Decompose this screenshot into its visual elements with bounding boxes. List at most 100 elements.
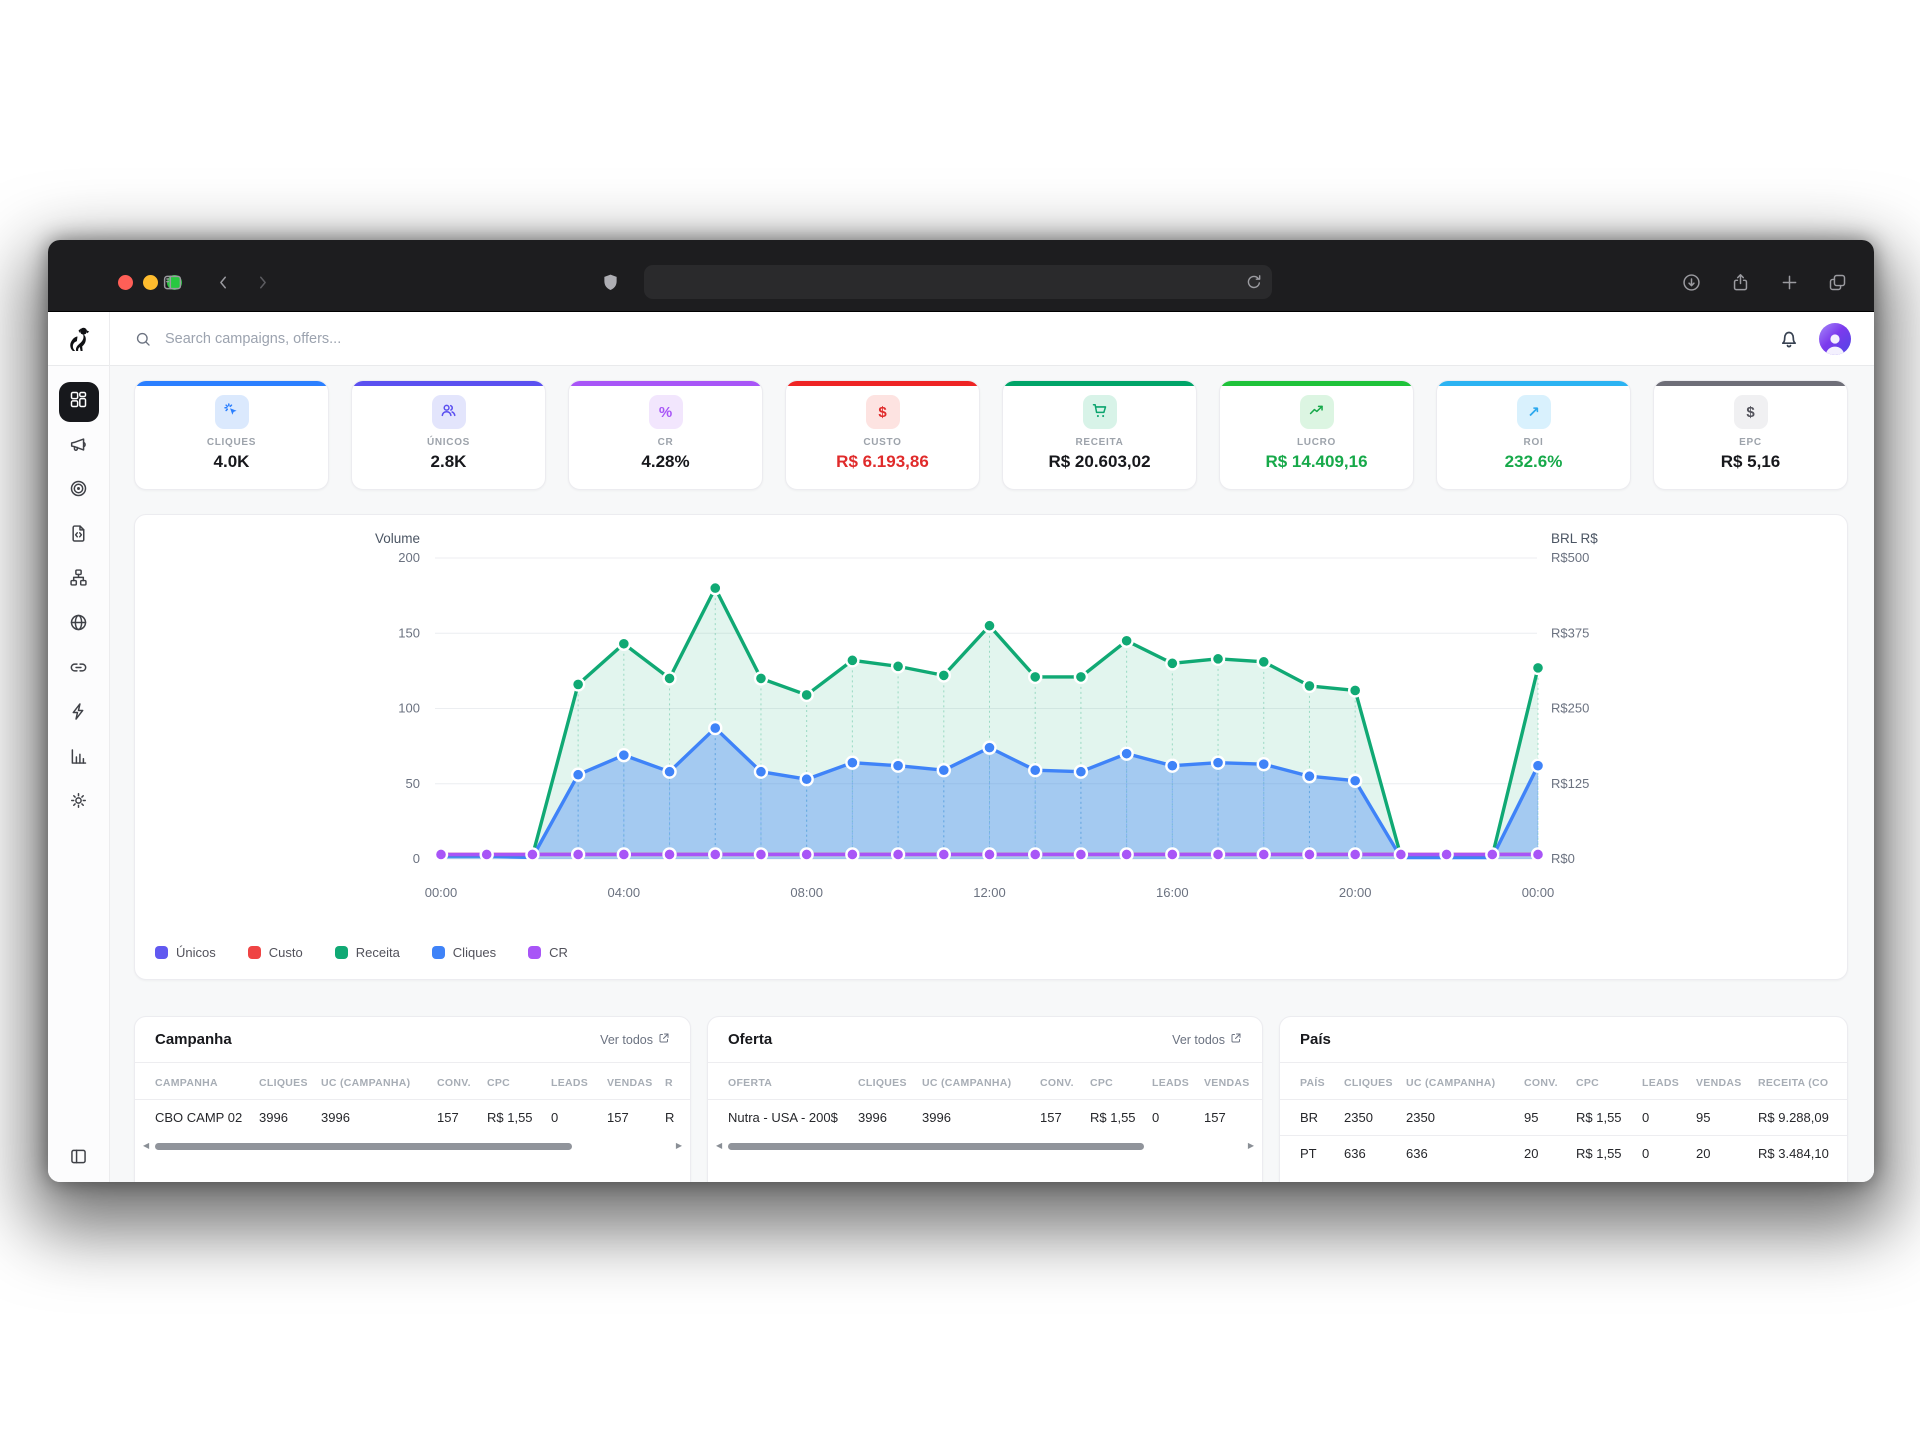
sidebar-item-bolt[interactable]: [59, 694, 99, 734]
svg-text:12:00: 12:00: [973, 885, 1006, 900]
kpi-card-epc[interactable]: $EPCR$ 5,16: [1653, 380, 1848, 490]
column-header: LEADS: [551, 1077, 607, 1089]
table-row[interactable]: CBO CAMP 0239963996157R$ 1,550157R: [135, 1099, 690, 1135]
chart-point: [709, 582, 721, 594]
kpi-card-receita[interactable]: RECEITAR$ 20.603,02: [1002, 380, 1197, 490]
table-cell: 157: [607, 1110, 665, 1125]
reload-icon[interactable]: [1244, 272, 1264, 292]
chart-point: [572, 769, 584, 781]
column-header: CLIQUES: [1344, 1077, 1406, 1089]
scroll-right-icon[interactable]: ▶: [676, 1142, 682, 1150]
scrollbar-track[interactable]: [728, 1143, 1242, 1150]
column-header: CPC: [1090, 1077, 1152, 1089]
legend-swatch: [155, 946, 168, 959]
sidebar-item-bar-chart[interactable]: [59, 739, 99, 779]
chart-point: [938, 764, 950, 776]
chart-point: [1532, 662, 1544, 674]
chart-point: [1441, 848, 1453, 860]
column-header: CAMPANHA: [155, 1077, 259, 1089]
chart-point: [801, 773, 813, 785]
legend-item-cr[interactable]: CR: [528, 945, 568, 960]
scrollbar-thumb[interactable]: [728, 1143, 1144, 1150]
sidebar-item-gear[interactable]: [59, 783, 99, 823]
url-bar[interactable]: [644, 265, 1272, 299]
chart-point: [1258, 758, 1270, 770]
close-window-button[interactable]: [118, 275, 133, 290]
download-icon[interactable]: [1681, 272, 1702, 293]
chart-point: [846, 848, 858, 860]
search-input[interactable]: [163, 330, 583, 348]
legend-item-únicos[interactable]: Únicos: [155, 945, 216, 960]
chart-point: [938, 669, 950, 681]
table-title: País: [1300, 1031, 1331, 1048]
chart-point: [1212, 848, 1224, 860]
user-avatar[interactable]: [1819, 323, 1851, 355]
horizontal-scrollbar[interactable]: ◀▶: [716, 1137, 1254, 1155]
kpi-card-roi[interactable]: ↗ROI232.6%: [1436, 380, 1631, 490]
legend-item-custo[interactable]: Custo: [248, 945, 303, 960]
legend-item-receita[interactable]: Receita: [335, 945, 400, 960]
kpi-value: 4.0K: [214, 452, 250, 472]
legend-item-cliques[interactable]: Cliques: [432, 945, 496, 960]
sidebar-item-megaphone[interactable]: [59, 427, 99, 467]
chart-point: [1075, 671, 1087, 683]
scroll-right-icon[interactable]: ▶: [1248, 1142, 1254, 1150]
megaphone-icon: [68, 434, 89, 460]
chart-point: [481, 848, 493, 860]
horizontal-scrollbar[interactable]: ◀▶: [143, 1137, 682, 1155]
ver-todos-link[interactable]: Ver todos: [1172, 1032, 1242, 1047]
chart-point: [1303, 848, 1315, 860]
kpi-card-únicos[interactable]: ÚNICOS2.8K: [351, 380, 546, 490]
scrollbar-thumb[interactable]: [155, 1143, 572, 1150]
kpi-label: ÚNICOS: [427, 437, 470, 448]
sidebar-item-target[interactable]: [59, 471, 99, 511]
pais-table-card: PaísPAÍSCLIQUESUC (CAMPANHA)CONV.CPCLEAD…: [1279, 1016, 1848, 1182]
sidebar-item-globe[interactable]: [59, 605, 99, 645]
scroll-left-icon[interactable]: ◀: [143, 1142, 149, 1150]
kpi-card-cliques[interactable]: CLIQUES4.0K: [134, 380, 329, 490]
sidebar-item-link[interactable]: [59, 650, 99, 690]
chart-point: [1166, 848, 1178, 860]
svg-text:200: 200: [398, 550, 420, 565]
legend-swatch: [335, 946, 348, 959]
forward-icon[interactable]: [252, 272, 273, 293]
svg-text:00:00: 00:00: [425, 885, 458, 900]
sidebar-item-sitemap[interactable]: [59, 560, 99, 600]
sidebar-item-dashboard-grid[interactable]: [59, 382, 99, 422]
bell-icon[interactable]: [1777, 327, 1801, 351]
back-icon[interactable]: [213, 272, 234, 293]
kpi-card-cr[interactable]: %CR4.28%: [568, 380, 763, 490]
share-icon[interactable]: [1730, 272, 1751, 293]
sidebar-toggle-icon[interactable]: [162, 272, 183, 293]
svg-text:R$125: R$125: [1551, 776, 1589, 791]
new-tab-icon[interactable]: [1779, 272, 1800, 293]
link-icon: [68, 657, 89, 683]
main-content: CLIQUES4.0KÚNICOS2.8K%CR4.28%$CUSTOR$ 6.…: [110, 366, 1874, 1182]
kpi-accent-bar: [1220, 381, 1413, 386]
chart-point: [1166, 760, 1178, 772]
table-row[interactable]: Nutra - USA - 200$39963996157R$ 1,550157: [708, 1099, 1262, 1135]
table-cell: 2350: [1406, 1110, 1524, 1125]
scroll-left-icon[interactable]: ◀: [716, 1142, 722, 1150]
kpi-card-lucro[interactable]: LUCROR$ 14.409,16: [1219, 380, 1414, 490]
minimize-window-button[interactable]: [143, 275, 158, 290]
dog-logo[interactable]: [48, 312, 110, 366]
table-row[interactable]: BR2350235095R$ 1,55095R$ 9.288,09: [1280, 1099, 1847, 1135]
ver-todos-link[interactable]: Ver todos: [600, 1032, 670, 1047]
sidebar-item-file-code[interactable]: [59, 516, 99, 556]
table-cell: 3996: [259, 1110, 321, 1125]
tab-overview-icon[interactable]: [1827, 272, 1848, 293]
kpi-accent-bar: [1003, 381, 1196, 386]
globe-icon: [68, 612, 89, 638]
table-row[interactable]: PT63663620R$ 1,55020R$ 3.484,10: [1280, 1135, 1847, 1171]
panel-collapse-icon[interactable]: [59, 1136, 99, 1176]
shield-icon[interactable]: [600, 272, 621, 293]
column-header: CLIQUES: [858, 1077, 922, 1089]
chart-point: [755, 672, 767, 684]
table-cell: 157: [1040, 1110, 1090, 1125]
kpi-card-custo[interactable]: $CUSTOR$ 6.193,86: [785, 380, 980, 490]
table-cell: 0: [551, 1110, 607, 1125]
file-code-icon: [68, 523, 89, 549]
chart-point: [1121, 848, 1133, 860]
scrollbar-track[interactable]: [155, 1143, 670, 1150]
